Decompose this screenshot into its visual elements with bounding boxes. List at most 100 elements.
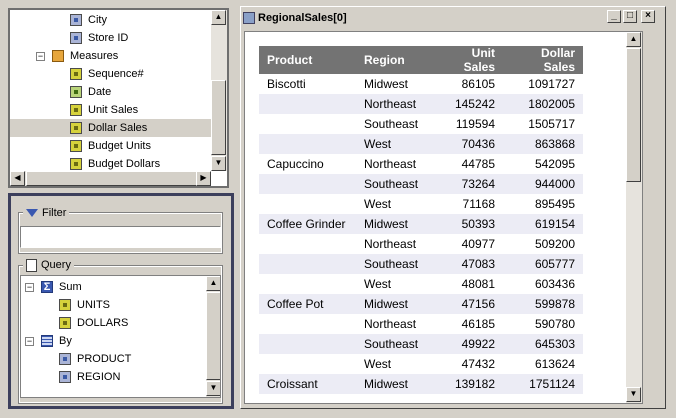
scroll-down-icon[interactable]: ▼	[206, 381, 220, 396]
product-cell	[259, 114, 356, 134]
product-cell	[259, 334, 356, 354]
table-row: Northeast 40977 509200	[259, 234, 583, 254]
tree-item[interactable]: Sequence#	[10, 65, 211, 83]
query-item[interactable]: − By	[21, 332, 72, 350]
table-row: West 48081 603436	[259, 274, 583, 294]
table-row: Southeast 119594 1505717	[259, 114, 583, 134]
dollar-sales-cell: 863868	[503, 134, 583, 154]
report-vertical-scrollbar[interactable]: ▲ ▼	[626, 32, 642, 403]
query-item[interactable]: DOLLARS	[21, 314, 128, 332]
scroll-left-icon[interactable]: ◀	[10, 171, 25, 186]
dollar-sales-cell: 613624	[534, 357, 575, 371]
dollar-sales-cell: 619154	[503, 214, 583, 234]
tree-item[interactable]: Unit Sales	[10, 101, 211, 119]
unit-sales-cell: 48081	[461, 277, 495, 291]
product-cell	[259, 134, 356, 154]
minimize-button[interactable]: _	[607, 10, 621, 23]
table-row: Southeast 73264 944000	[259, 174, 583, 194]
region-cell: Midwest	[356, 214, 430, 234]
query-item-label: Sum	[59, 281, 82, 293]
product-cell	[259, 254, 356, 274]
window-title-bar[interactable]: RegionalSales[0]	[243, 9, 663, 27]
scroll-thumb[interactable]	[211, 80, 226, 155]
scroll-thumb[interactable]	[206, 292, 220, 380]
measure-icon	[70, 68, 82, 80]
region-cell: West	[364, 357, 392, 371]
report-table: Product Region Unit Sales Dollar Sales B…	[259, 46, 583, 394]
close-button[interactable]: ×	[641, 10, 655, 23]
measure-icon	[59, 317, 71, 329]
region-cell: Northeast	[364, 237, 417, 251]
window-title: RegionalSales[0]	[258, 12, 347, 24]
query-item[interactable]: REGION	[21, 368, 120, 386]
tree-item-label: Unit Sales	[88, 104, 139, 116]
scroll-thumb-horizontal[interactable]	[26, 171, 198, 186]
table-row: Northeast 145242 1802005	[259, 94, 583, 114]
tree-item[interactable]: Dollar Sales	[10, 119, 211, 137]
tree-item-label: Date	[88, 86, 112, 98]
tree-item-label: Sequence#	[88, 68, 144, 80]
scroll-thumb[interactable]	[626, 48, 641, 182]
dollar-sales-cell: 599878	[503, 294, 583, 314]
scroll-down-icon[interactable]: ▼	[626, 387, 641, 402]
unit-sales-cell: 47083	[430, 254, 503, 274]
dollar-sales-cell: 1751124	[503, 374, 583, 394]
scroll-up-icon[interactable]: ▲	[211, 10, 226, 25]
dollar-sales-cell: 645303	[503, 334, 583, 354]
table-row: Capuccino Northeast 44785 542095	[259, 154, 583, 174]
product-cell	[259, 354, 356, 374]
report-window: RegionalSales[0] _ □ × Product Region Un…	[240, 6, 666, 409]
region-cell: Southeast	[356, 174, 430, 194]
query-item[interactable]: PRODUCT	[21, 350, 131, 368]
product-cell: Biscotti	[267, 77, 306, 91]
region-cell: Southeast	[356, 254, 430, 274]
tree-item[interactable]: − Measures	[10, 47, 211, 65]
unit-sales-cell: 40977	[461, 237, 495, 251]
dollar-sales-cell: 1802005	[503, 94, 583, 114]
column-header-dollar-sales: Dollar Sales	[503, 46, 583, 74]
unit-sales-cell: 70436	[430, 134, 503, 154]
tree-item[interactable]: City	[10, 11, 211, 29]
collapse-icon[interactable]: −	[25, 336, 34, 346]
maximize-button[interactable]: □	[623, 10, 637, 23]
filter-input[interactable]	[20, 226, 221, 248]
tree-item[interactable]: Budget Units	[10, 137, 211, 155]
tree-item[interactable]: Date	[10, 83, 211, 101]
tree-item-label: Dollar Sales	[88, 122, 148, 134]
table-row: Biscotti Midwest 86105 1091727	[259, 74, 583, 94]
dollar-sales-cell: 1091727	[528, 77, 575, 91]
product-cell	[259, 194, 356, 214]
product-cell: Capuccino	[267, 157, 324, 171]
table-row: West 70436 863868	[259, 134, 583, 154]
collapse-icon[interactable]: −	[25, 282, 34, 292]
region-cell: Southeast	[364, 117, 419, 131]
query-vertical-scrollbar[interactable]: ▲ ▼	[206, 276, 220, 397]
query-item[interactable]: − Σ Sum	[21, 278, 82, 296]
document-icon	[26, 258, 37, 272]
unit-sales-cell: 49922	[430, 334, 503, 354]
scroll-up-icon[interactable]: ▲	[206, 276, 220, 291]
scroll-up-icon[interactable]: ▲	[626, 32, 641, 47]
query-item-label: UNITS	[77, 299, 110, 311]
cube-icon	[52, 50, 64, 62]
unit-sales-cell: 44785	[461, 157, 495, 171]
query-item[interactable]: UNITS	[21, 296, 110, 314]
tree-item-label: City	[88, 14, 107, 26]
collapse-icon[interactable]: −	[36, 51, 45, 61]
dollar-sales-cell: 944000	[503, 174, 583, 194]
scroll-right-icon[interactable]: ▶	[196, 171, 211, 186]
unit-sales-cell: 86105	[461, 77, 495, 91]
tree-item-label: Measures	[70, 50, 119, 62]
region-cell: Midwest	[364, 77, 409, 91]
query-item-label: PRODUCT	[77, 353, 132, 365]
tree-horizontal-scrollbar[interactable]: ◀ ▶	[10, 171, 211, 186]
dimension-icon	[70, 14, 82, 26]
dollar-sales-cell: 590780	[534, 317, 575, 331]
tree-item[interactable]: Store ID	[10, 29, 211, 47]
scroll-down-icon[interactable]: ▼	[211, 156, 226, 171]
tree-vertical-scrollbar[interactable]: ▲ ▼	[211, 10, 227, 171]
column-header-region: Region	[356, 46, 430, 74]
product-cell	[259, 94, 356, 114]
region-cell: Northeast	[356, 94, 430, 114]
region-cell: West	[364, 277, 392, 291]
